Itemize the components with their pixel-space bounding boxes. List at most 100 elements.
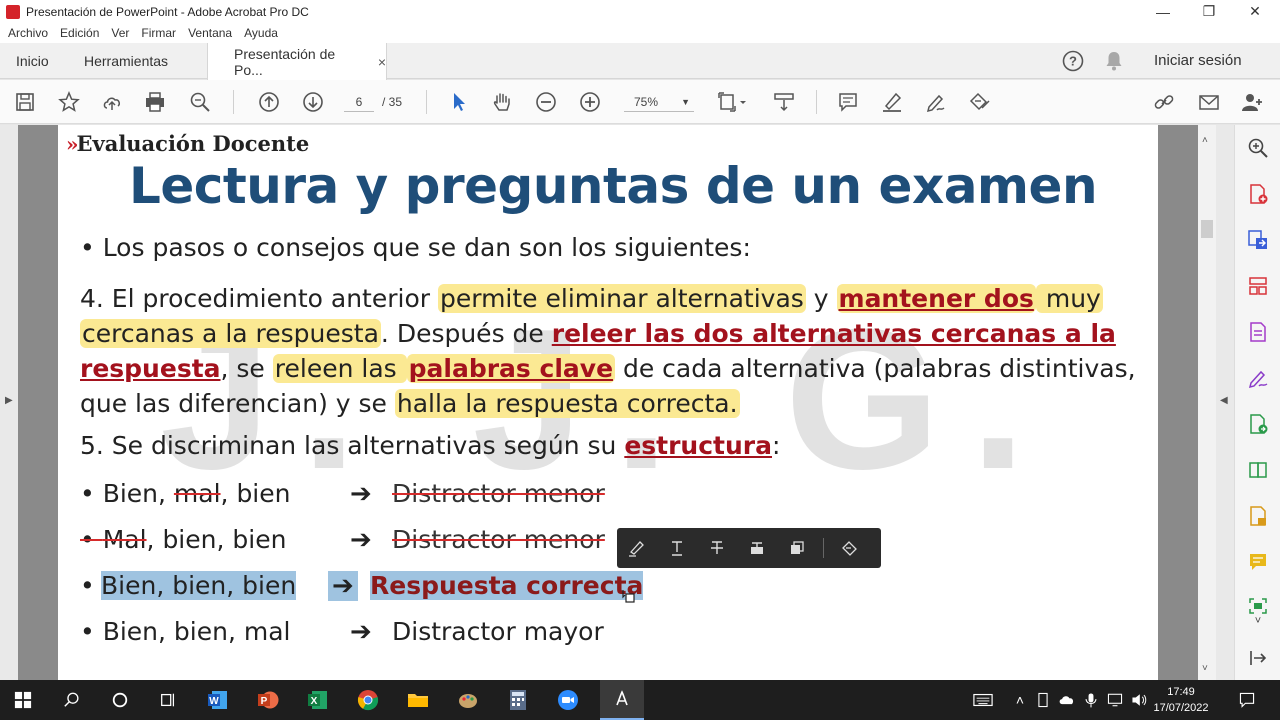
notifications-icon[interactable] (1232, 686, 1262, 714)
vertical-scrollbar[interactable]: ˄ ˅ (1198, 125, 1216, 680)
alternative-row-3: • Bien, bien, bien ➔ Respuesta correcta (80, 571, 680, 605)
word-app-icon[interactable]: W (203, 686, 233, 714)
highlight-text-icon[interactable] (617, 528, 657, 568)
comment-tool-icon[interactable] (1246, 550, 1270, 574)
text-cursor-icon (622, 589, 636, 603)
help-icon[interactable]: ? (1062, 50, 1084, 72)
tab-close-icon[interactable]: × (378, 54, 386, 70)
tab-herramientas[interactable]: Herramientas (84, 43, 168, 79)
select-cursor-icon[interactable] (447, 90, 471, 114)
p4-highlight: releen las (272, 354, 407, 383)
strikethrough-text-icon[interactable] (697, 528, 737, 568)
row-text: , bien, bien (146, 525, 287, 554)
tab-bar: Inicio Herramientas Presentación de Po..… (0, 43, 1280, 80)
windows-start-icon[interactable] (8, 686, 38, 714)
row-text: • Bien, (80, 479, 174, 508)
p4-highlight: muy (1035, 284, 1103, 313)
collapse-right-icon[interactable]: ◀ (1220, 395, 1228, 406)
acrobat-taskbar-icon[interactable] (600, 680, 644, 720)
zoom-search-icon[interactable] (1246, 136, 1270, 160)
minimize-button[interactable]: — (1140, 0, 1186, 23)
row-result-selected[interactable]: Respuesta correcta (370, 571, 644, 600)
menu-firmar[interactable]: Firmar (141, 26, 176, 40)
protect-icon[interactable] (1246, 504, 1270, 528)
p4-text: 4. El procedimiento anterior (80, 284, 438, 313)
scroll-mode-icon[interactable] (772, 90, 796, 114)
zoom-search-icon[interactable] (188, 90, 212, 114)
compare-icon[interactable] (1246, 458, 1270, 482)
zoom-in-icon[interactable] (578, 90, 602, 114)
expand-left-icon[interactable]: ▶ (5, 395, 13, 406)
restore-button[interactable]: ❐ (1186, 0, 1232, 23)
comment-icon[interactable] (836, 90, 860, 114)
svg-text:X: X (311, 696, 318, 707)
signin-link[interactable]: Iniciar sesión (1154, 52, 1242, 69)
scroll-up-icon[interactable]: ˄ (1202, 135, 1208, 146)
highlight-pen-icon[interactable] (880, 90, 904, 114)
upload-cloud-icon[interactable] (100, 90, 124, 114)
more-tools-chevron-icon[interactable]: ˅ (1246, 613, 1270, 629)
print-icon[interactable] (143, 90, 167, 114)
excel-app-icon[interactable]: X (303, 686, 333, 714)
row-text-selected[interactable]: Bien, bien, bien (101, 571, 297, 600)
row-result: Distractor menor (392, 479, 605, 508)
paint-app-icon[interactable] (453, 686, 483, 714)
add-user-icon[interactable] (1240, 90, 1264, 114)
right-pane-toggle[interactable]: ◀ (1216, 125, 1234, 680)
zoom-app-icon[interactable] (553, 686, 583, 714)
system-clock[interactable]: 17:49 17/07/2022 (1148, 684, 1214, 716)
edit-pdf-icon[interactable] (1246, 320, 1270, 344)
send-for-review-icon[interactable] (1246, 412, 1270, 436)
zoom-select[interactable]: 75% ▼ (624, 92, 694, 112)
powerpoint-app-icon[interactable]: P (253, 686, 283, 714)
keyboard-icon[interactable] (968, 686, 998, 714)
create-pdf-icon[interactable] (1246, 182, 1270, 206)
row-strike-text: Mal (102, 525, 147, 554)
save-icon[interactable] (13, 90, 37, 114)
p4-highlight: permite eliminar alternativas (437, 284, 806, 313)
menu-archivo[interactable]: Archivo (8, 26, 48, 40)
underline-text-icon[interactable] (657, 528, 697, 568)
email-icon[interactable] (1197, 90, 1221, 114)
page-fit-icon[interactable] (716, 90, 750, 114)
p4-text: . Después de (380, 319, 552, 348)
menu-ver[interactable]: Ver (111, 26, 129, 40)
row-strike-text: mal (173, 479, 221, 508)
fill-sign-icon[interactable] (1246, 366, 1270, 390)
brand-text: Evaluación Docente (76, 131, 310, 156)
tab-document[interactable]: Presentación de Po... × (207, 43, 387, 80)
task-view-icon[interactable] (153, 686, 183, 714)
menu-ventana[interactable]: Ventana (188, 26, 232, 40)
more-tools-icon[interactable] (830, 528, 870, 568)
menu-edicion[interactable]: Edición (60, 26, 99, 40)
hand-tool-icon[interactable] (490, 90, 514, 114)
page-number-input[interactable]: 6 (344, 92, 374, 112)
file-explorer-icon[interactable] (403, 686, 433, 714)
close-window-button[interactable]: ✕ (1232, 0, 1278, 23)
windows-taskbar: W P X ˄ 17:49 17/07/2022 (0, 680, 1280, 720)
chrome-app-icon[interactable] (353, 686, 383, 714)
star-icon[interactable] (57, 90, 81, 114)
menu-ayuda[interactable]: Ayuda (244, 26, 278, 40)
cortana-icon[interactable] (105, 686, 135, 714)
scroll-down-icon[interactable]: ˅ (1202, 663, 1208, 674)
page-down-icon[interactable] (301, 90, 325, 114)
organize-pages-icon[interactable] (1246, 274, 1270, 298)
replace-text-icon[interactable] (737, 528, 777, 568)
search-icon[interactable] (57, 686, 87, 714)
link-share-icon[interactable] (1152, 90, 1176, 114)
tab-inicio[interactable]: Inicio (16, 43, 49, 79)
draw-sign-icon[interactable] (924, 90, 948, 114)
toolbar-separator (426, 90, 427, 114)
export-pdf-icon[interactable] (1246, 228, 1270, 252)
scrollbar-thumb[interactable] (1201, 220, 1213, 238)
stamp-fill-icon[interactable] (968, 90, 992, 114)
bell-icon[interactable] (1104, 50, 1124, 72)
page-up-icon[interactable] (257, 90, 281, 114)
zoom-out-icon[interactable] (534, 90, 558, 114)
svg-text:W: W (209, 696, 219, 707)
left-pane-toggle[interactable]: ▶ (0, 125, 18, 680)
copy-text-icon[interactable] (777, 528, 817, 568)
calculator-app-icon[interactable] (503, 686, 533, 714)
collapse-panel-icon[interactable] (1246, 646, 1270, 670)
